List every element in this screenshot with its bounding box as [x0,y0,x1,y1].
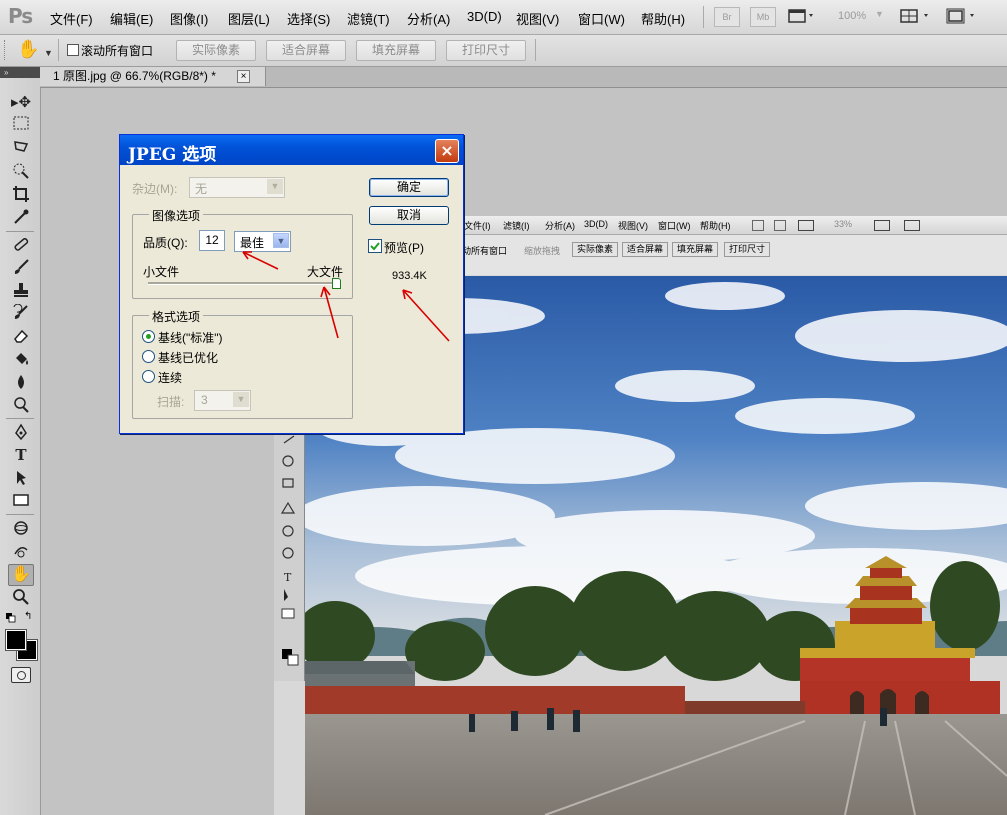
annotation-arrow [242,251,279,270]
annotation-arrow [402,289,450,342]
annotation-arrows [242,251,450,342]
annotation-arrow [323,286,339,339]
